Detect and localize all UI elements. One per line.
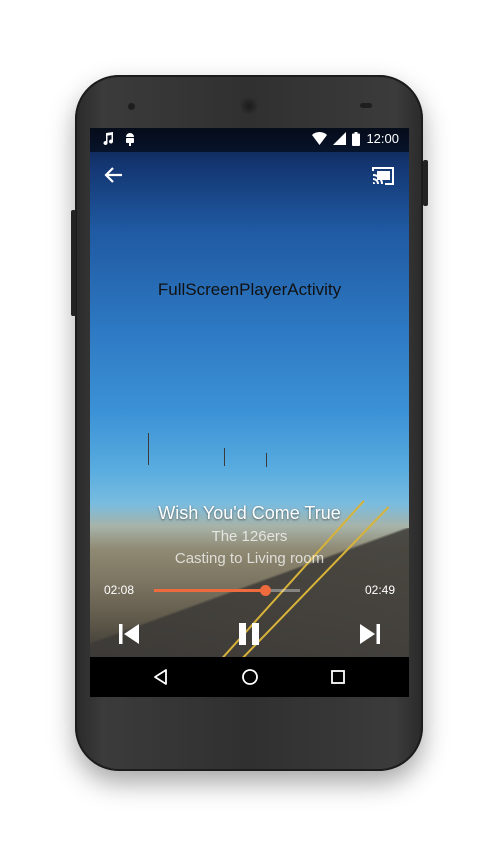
arrow-back-icon bbox=[104, 167, 122, 183]
back-button[interactable] bbox=[104, 166, 124, 184]
wifi-icon bbox=[312, 132, 328, 145]
android-debug-icon bbox=[126, 133, 134, 146]
skip-next-button[interactable] bbox=[354, 618, 386, 650]
cell-signal-icon bbox=[333, 132, 347, 145]
cast-button[interactable] bbox=[371, 166, 395, 186]
seek-bar[interactable] bbox=[154, 585, 300, 596]
duration-time: 02:49 bbox=[364, 583, 395, 597]
skip-next-icon bbox=[360, 624, 380, 644]
seek-bar-progress bbox=[154, 589, 265, 592]
nav-back-button[interactable] bbox=[151, 667, 171, 687]
volume-button bbox=[71, 210, 76, 316]
track-title: Wish You'd Come True bbox=[158, 503, 341, 523]
skip-previous-icon bbox=[119, 624, 139, 644]
background-pole bbox=[148, 433, 149, 465]
pause-button[interactable] bbox=[233, 618, 265, 650]
power-button bbox=[423, 160, 428, 206]
front-sensor bbox=[360, 103, 372, 108]
seek-bar-thumb[interactable] bbox=[259, 585, 271, 596]
background-pole bbox=[266, 453, 267, 467]
elapsed-time: 02:08 bbox=[104, 583, 135, 597]
nav-back-icon bbox=[154, 669, 167, 685]
status-time: 12:00 bbox=[366, 131, 399, 146]
nav-home-icon bbox=[242, 669, 258, 685]
earpiece-speaker bbox=[240, 97, 258, 115]
skip-previous-button[interactable] bbox=[113, 618, 145, 650]
nav-home-button[interactable] bbox=[240, 667, 260, 687]
activity-label: FullScreenPlayerActivity bbox=[157, 280, 342, 299]
pause-icon bbox=[239, 623, 259, 645]
background-pole bbox=[224, 448, 225, 466]
battery-icon bbox=[352, 131, 361, 146]
front-sensor bbox=[128, 103, 135, 110]
playback-controls bbox=[90, 618, 409, 650]
nav-recents-icon bbox=[331, 670, 345, 684]
cast-status: Casting to Living room bbox=[174, 550, 325, 567]
nav-recents-button[interactable] bbox=[328, 667, 348, 687]
screen: 12:00 FullScreenPlayerActivity Wish You'… bbox=[90, 128, 409, 697]
track-artist: The 126ers bbox=[211, 528, 288, 545]
status-bar: 12:00 bbox=[90, 128, 409, 152]
music-note-icon bbox=[103, 132, 114, 146]
navigation-bar bbox=[90, 657, 409, 697]
cast-connected-icon bbox=[372, 167, 394, 185]
